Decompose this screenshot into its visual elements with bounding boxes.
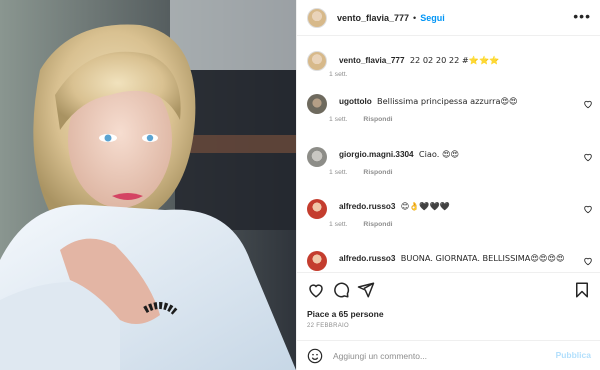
reply-button[interactable]: Rispondi bbox=[363, 169, 392, 176]
post-header: vento_flavia_777 • Segui ••• bbox=[297, 0, 600, 36]
list-item: alfredo.russo3 BUONA. GIORNATA. BELLISSI… bbox=[307, 251, 592, 271]
heart-icon[interactable] bbox=[583, 152, 593, 162]
avatar[interactable] bbox=[307, 94, 327, 114]
comment-username[interactable]: alfredo.russo3 bbox=[339, 254, 395, 263]
separator: • bbox=[413, 12, 417, 23]
comment-meta: 1 sett. Rispondi bbox=[329, 116, 392, 123]
list-item: ugottolo Bellissima principessa azzurra😍… bbox=[307, 94, 592, 114]
avatar[interactable] bbox=[307, 147, 327, 167]
caption-meta: 1 sett. bbox=[329, 71, 348, 78]
like-heart-icon[interactable] bbox=[307, 281, 325, 299]
avatar[interactable] bbox=[307, 199, 327, 219]
comment-text: 😊👌🖤🖤🖤 bbox=[400, 201, 451, 211]
post-sidebar: vento_flavia_777 • Segui ••• vento_flavi… bbox=[296, 0, 600, 370]
likes-count[interactable]: Piace a 65 persone bbox=[307, 309, 384, 319]
caption-username[interactable]: vento_flavia_777 bbox=[339, 56, 405, 65]
heart-icon[interactable] bbox=[583, 99, 593, 109]
selfie-image bbox=[0, 0, 296, 370]
author-username[interactable]: vento_flavia_777 bbox=[337, 13, 409, 23]
comment-time: 1 sett. bbox=[329, 116, 348, 123]
comment-text: Ciao. 😍😍 bbox=[418, 149, 460, 159]
reply-button[interactable]: Rispondi bbox=[363, 221, 392, 228]
avatar[interactable] bbox=[307, 51, 327, 71]
share-icon[interactable] bbox=[357, 281, 375, 299]
follow-button[interactable]: Segui bbox=[420, 13, 445, 23]
comment-icon[interactable] bbox=[332, 281, 350, 299]
emoji-icon[interactable] bbox=[307, 348, 323, 364]
comment-meta: 1 sett. Rispondi bbox=[329, 221, 392, 228]
comment-time: 1 sett. bbox=[329, 221, 348, 228]
add-comment-bar: Aggiungi un commento... Pubblica bbox=[297, 340, 600, 370]
comment-username[interactable]: giorgio.magni.3304 bbox=[339, 150, 414, 159]
avatar[interactable] bbox=[307, 7, 327, 28]
caption: vento_flavia_777 22 02 20 22 #⭐⭐⭐ bbox=[307, 51, 592, 71]
heart-icon[interactable] bbox=[583, 256, 593, 266]
list-item: giorgio.magni.3304 Ciao. 😍😍 bbox=[307, 147, 592, 167]
heart-icon[interactable] bbox=[583, 204, 593, 214]
comment-time: 1 sett. bbox=[329, 169, 348, 176]
bookmark-icon[interactable] bbox=[573, 281, 591, 299]
post-viewer: vento_flavia_777 • Segui ••• vento_flavi… bbox=[0, 0, 600, 370]
post-date: 22 FEBBRAIO bbox=[307, 323, 349, 329]
comment-username[interactable]: alfredo.russo3 bbox=[339, 202, 395, 211]
comment-input[interactable]: Aggiungi un commento... bbox=[333, 351, 427, 361]
comment-text: BUONA. GIORNATA. BELLISSIMA😍😍😍😍 bbox=[400, 253, 565, 263]
publish-button[interactable]: Pubblica bbox=[556, 350, 591, 360]
more-icon[interactable]: ••• bbox=[573, 9, 591, 23]
caption-text: 22 02 20 22 #⭐⭐⭐ bbox=[409, 55, 500, 65]
comments-list[interactable]: vento_flavia_777 22 02 20 22 #⭐⭐⭐ 1 sett… bbox=[297, 37, 600, 271]
comment-meta: 1 sett. Rispondi bbox=[329, 169, 392, 176]
reply-button[interactable]: Rispondi bbox=[363, 116, 392, 123]
comment-username[interactable]: ugottolo bbox=[339, 97, 372, 106]
list-item: alfredo.russo3 😊👌🖤🖤🖤 bbox=[307, 199, 592, 219]
comment-text: Bellissima principessa azzurra😍😍 bbox=[377, 96, 518, 106]
caption-time: 1 sett. bbox=[329, 71, 348, 78]
avatar[interactable] bbox=[307, 251, 327, 271]
post-photo[interactable] bbox=[0, 0, 296, 370]
